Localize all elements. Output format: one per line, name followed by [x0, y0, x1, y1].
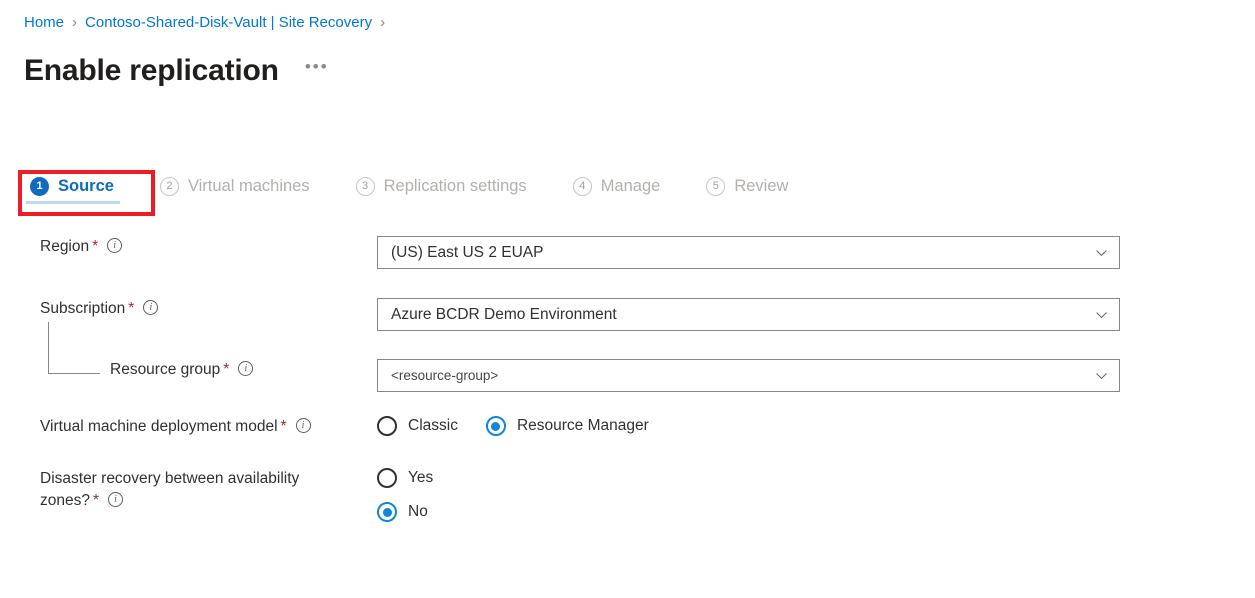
availability-zones-label-line1: Disaster recovery between availability	[40, 470, 300, 487]
radio-option-yes[interactable]: Yes	[377, 468, 1120, 488]
subscription-field-cell: Azure BCDR Demo Environment	[377, 298, 1120, 331]
breadcrumb-item-vault[interactable]: Contoso-Shared-Disk-Vault | Site Recover…	[85, 13, 372, 33]
chevron-down-icon	[1095, 246, 1108, 259]
radio-button[interactable]	[485, 416, 506, 436]
radio-label: Yes	[408, 469, 434, 486]
required-asterisk: *	[128, 300, 135, 317]
availability-zones-radio-group: Yes No	[377, 468, 1120, 522]
tab-number-badge: 2	[159, 176, 179, 196]
field-row-region: Region * i (US) East US 2 EUAP	[0, 236, 1255, 269]
radio-button[interactable]	[377, 468, 397, 488]
tab-review[interactable]: 5 Review	[706, 176, 788, 204]
info-icon[interactable]: i	[143, 300, 159, 316]
breadcrumb-separator-icon: ›	[380, 14, 386, 31]
radio-option-no[interactable]: No	[377, 502, 1120, 522]
required-asterisk: *	[280, 418, 287, 435]
tab-number-badge: 5	[706, 176, 726, 196]
subscription-selected-value: Azure BCDR Demo Environment	[391, 305, 617, 323]
radio-button[interactable]	[377, 502, 397, 522]
page-title: Enable replication	[24, 54, 279, 87]
tab-replication-settings[interactable]: 3 Replication settings	[355, 176, 527, 204]
availability-zones-label-cell: Disaster recovery between availability z…	[0, 468, 377, 512]
resource-group-label: Resource group	[110, 361, 221, 378]
resource-group-label-cell: Resource group * i	[0, 359, 377, 381]
wizard-tabs: 1 Source 2 Virtual machines 3 Replicatio…	[26, 176, 788, 204]
required-asterisk: *	[92, 238, 99, 255]
tab-number-badge: 4	[572, 176, 592, 196]
source-form: Region * i (US) East US 2 EUAP Subscriptio…	[0, 236, 1255, 522]
required-asterisk: *	[92, 492, 100, 509]
required-asterisk: *	[223, 361, 230, 378]
tab-manage[interactable]: 4 Manage	[572, 176, 661, 204]
info-icon[interactable]: i	[238, 361, 254, 377]
chevron-down-icon	[1095, 369, 1108, 382]
deployment-model-field-cell: Classic Resource Manager	[377, 416, 1120, 436]
breadcrumb: Home › Contoso-Shared-Disk-Vault | Site …	[24, 13, 393, 33]
tab-label: Manage	[600, 177, 661, 195]
region-label: Region	[40, 238, 90, 255]
field-row-resource-group: Resource group * i <resource-group>	[0, 322, 1255, 392]
deployment-model-radio-group: Classic Resource Manager	[377, 416, 1120, 436]
availability-zones-field-cell: Yes No	[377, 468, 1120, 522]
tab-label: Virtual machines	[187, 177, 310, 195]
ellipsis-icon[interactable]: •••	[305, 57, 329, 85]
radio-label: Classic	[408, 417, 458, 434]
field-row-deployment-model: Virtual machine deployment model * i Class…	[0, 416, 1255, 438]
radio-button[interactable]	[377, 416, 397, 436]
tab-active-underline	[26, 201, 120, 204]
region-selected-value: (US) East US 2 EUAP	[391, 243, 544, 261]
tab-source[interactable]: 1 Source	[26, 176, 120, 204]
subscription-label-cell: Subscription * i	[0, 298, 377, 320]
info-icon[interactable]: i	[108, 492, 124, 508]
radio-label: Resource Manager	[516, 417, 649, 434]
radio-option-resource-manager[interactable]: Resource Manager	[485, 416, 649, 436]
chevron-down-icon	[1095, 308, 1108, 321]
resource-group-field-cell: <resource-group>	[377, 359, 1120, 392]
radio-option-classic[interactable]: Classic	[377, 416, 458, 436]
radio-label: No	[408, 503, 428, 520]
tab-label: Source	[58, 177, 114, 195]
resource-group-selected-value: <resource-group>	[391, 368, 499, 383]
field-row-availability-zones: Disaster recovery between availability z…	[0, 468, 1255, 522]
tab-number-badge: 3	[355, 176, 375, 196]
tab-label: Review	[734, 177, 789, 195]
subscription-label: Subscription	[40, 300, 126, 317]
availability-zones-label-line2: zones?	[40, 492, 90, 509]
region-label-cell: Region * i	[0, 236, 377, 258]
deployment-model-label-cell: Virtual machine deployment model * i	[0, 416, 377, 438]
page-title-row: Enable replication •••	[24, 52, 329, 90]
tab-virtual-machines[interactable]: 2 Virtual machines	[159, 176, 310, 204]
tab-label: Replication settings	[383, 177, 527, 195]
tab-number-badge: 1	[30, 176, 49, 196]
region-dropdown[interactable]: (US) East US 2 EUAP	[377, 236, 1120, 269]
breadcrumb-separator-icon: ›	[72, 14, 78, 31]
subscription-dropdown[interactable]: Azure BCDR Demo Environment	[377, 298, 1120, 331]
region-field-cell: (US) East US 2 EUAP	[377, 236, 1120, 269]
deployment-model-label: Virtual machine deployment model	[40, 418, 278, 435]
breadcrumb-item-home[interactable]: Home	[24, 13, 64, 33]
info-icon[interactable]: i	[107, 238, 123, 254]
field-row-subscription: Subscription * i Azure BCDR Demo Environme…	[0, 298, 1255, 331]
info-icon[interactable]: i	[295, 418, 311, 434]
resource-group-dropdown[interactable]: <resource-group>	[377, 359, 1120, 392]
